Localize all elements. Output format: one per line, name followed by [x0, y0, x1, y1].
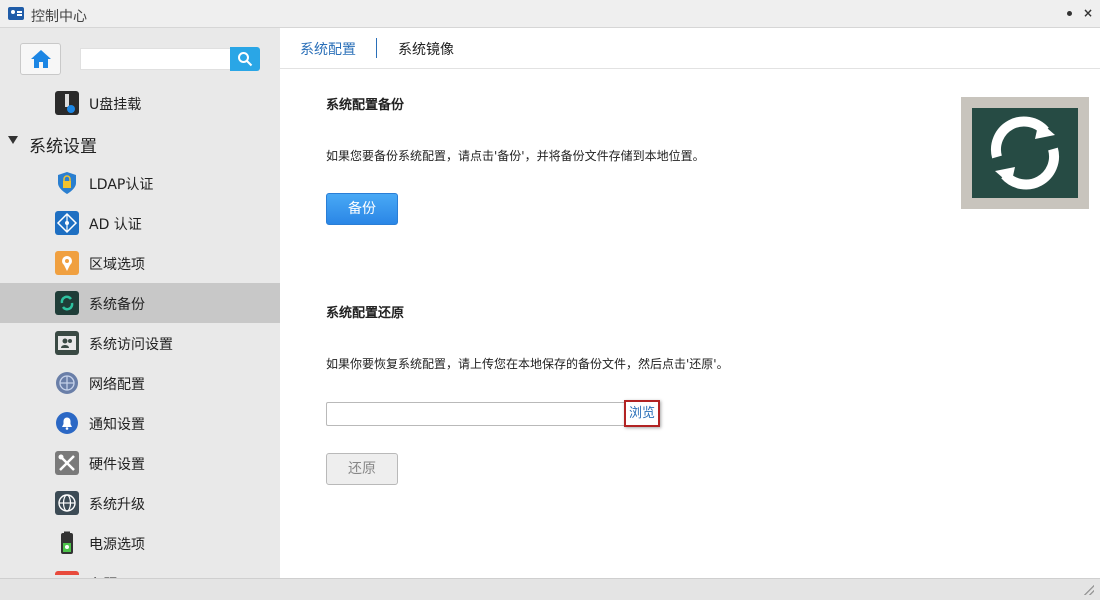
- sidebar-item-label: 通知设置: [89, 417, 145, 433]
- home-button[interactable]: [20, 43, 61, 75]
- sidebar-item-power[interactable]: 电源选项: [0, 523, 280, 563]
- backup-illustration: [961, 97, 1089, 209]
- sidebar-item-ad[interactable]: AD 认证: [0, 203, 280, 243]
- network-icon: [55, 371, 79, 395]
- sidebar-item-ldap[interactable]: LDAP认证: [0, 163, 280, 203]
- usb-icon: [55, 91, 79, 115]
- sidebar-item-label: 硬件设置: [89, 457, 145, 473]
- access-icon: [55, 331, 79, 355]
- sidebar-item-label: 电源选项: [89, 537, 145, 553]
- home-icon: [31, 50, 51, 68]
- ad-network-icon: [55, 211, 79, 235]
- sidebar-item-label: LDAP认证: [89, 177, 154, 193]
- sidebar-item-label: 网络配置: [89, 377, 145, 393]
- sidebar-item-label: U盘挂载: [89, 97, 142, 113]
- refresh-arrows-icon: [990, 116, 1060, 190]
- control-center-icon: [8, 7, 24, 20]
- triangle-down-icon: [8, 136, 18, 144]
- sidebar-item-theme[interactable]: 主题: [0, 563, 280, 578]
- battery-icon: [55, 531, 79, 555]
- sidebar: U盘挂载 系统设置 LDAP认证 AD 认证 区域选项 系统备份 系统访问设置 …: [0, 28, 280, 578]
- search-button[interactable]: [230, 47, 260, 71]
- sidebar-item-label: 区域选项: [89, 257, 145, 273]
- sidebar-item-label: 系统备份: [89, 297, 145, 313]
- sidebar-item-region[interactable]: 区域选项: [0, 243, 280, 283]
- globe-icon: [55, 491, 79, 515]
- tab-system-config[interactable]: 系统配置: [300, 39, 356, 59]
- sidebar-item-usb-mount[interactable]: U盘挂载: [0, 83, 280, 123]
- tab-system-image[interactable]: 系统镜像: [398, 39, 454, 59]
- restore-section-title: 系统配置还原: [326, 306, 405, 321]
- status-bar: [0, 578, 1100, 600]
- browse-button[interactable]: 浏览: [624, 400, 660, 427]
- sidebar-item-notification[interactable]: 通知设置: [0, 403, 280, 443]
- backup-icon: [55, 291, 79, 315]
- restore-button[interactable]: 还原: [326, 453, 398, 485]
- sidebar-item-label: AD 认证: [89, 217, 142, 233]
- bell-icon: [55, 411, 79, 435]
- search-icon: [238, 52, 253, 67]
- theme-icon: [55, 571, 79, 578]
- tab-bar: 系统配置 系统镜像: [280, 28, 1100, 69]
- resize-grip-icon[interactable]: [1084, 585, 1094, 595]
- tab-divider: [376, 38, 377, 58]
- title-bar: 控制中心 ×: [0, 0, 1100, 28]
- section-label: 系统设置: [29, 137, 97, 157]
- sidebar-item-label: 系统访问设置: [89, 337, 173, 353]
- sidebar-item-backup[interactable]: 系统备份: [0, 283, 280, 323]
- minimize-icon[interactable]: [1064, 6, 1078, 20]
- window-title: 控制中心: [31, 9, 87, 25]
- backup-description: 如果您要备份系统配置，请点击'备份'，并将备份文件存储到本地位置。: [326, 149, 705, 163]
- close-icon[interactable]: ×: [1081, 6, 1095, 20]
- file-path-input[interactable]: [326, 402, 626, 426]
- sidebar-item-upgrade[interactable]: 系统升级: [0, 483, 280, 523]
- sidebar-item-label: 系统升级: [89, 497, 145, 513]
- backup-section-title: 系统配置备份: [326, 98, 405, 113]
- sidebar-item-network[interactable]: 网络配置: [0, 363, 280, 403]
- tools-icon: [55, 451, 79, 475]
- search-input[interactable]: [80, 48, 230, 70]
- region-icon: [55, 251, 79, 275]
- backup-button[interactable]: 备份: [326, 193, 398, 225]
- section-system-settings[interactable]: 系统设置: [0, 123, 280, 163]
- restore-description: 如果你要恢复系统配置，请上传您在本地保存的备份文件，然后点击'还原'。: [326, 357, 729, 371]
- sidebar-item-access[interactable]: 系统访问设置: [0, 323, 280, 363]
- ldap-shield-icon: [55, 171, 79, 195]
- sidebar-item-hardware[interactable]: 硬件设置: [0, 443, 280, 483]
